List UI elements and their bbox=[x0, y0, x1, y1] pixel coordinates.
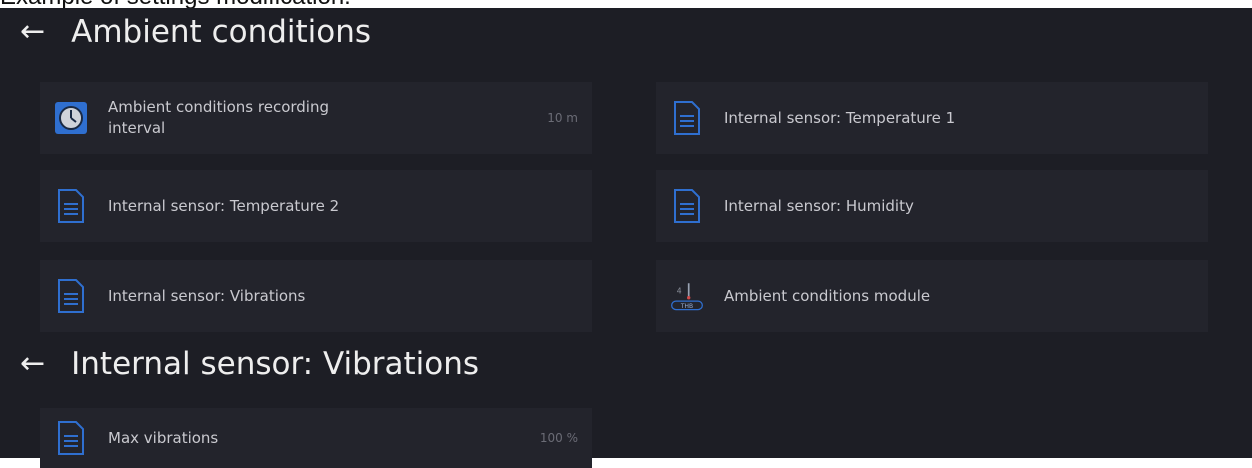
tile-label: Internal sensor: Temperature 1 bbox=[724, 108, 956, 127]
tile-label: Internal sensor: Vibrations bbox=[108, 286, 306, 305]
tile-label: Ambient conditions recording interval bbox=[108, 98, 329, 137]
screen-header: ← Internal sensor: Vibrations bbox=[20, 340, 479, 388]
temperature-2-tile[interactable]: Internal sensor: Temperature 2 bbox=[40, 170, 592, 242]
document-icon bbox=[54, 189, 88, 223]
caption-text: Example of settings modification: bbox=[0, 0, 351, 9]
tile-value: 100 % bbox=[539, 431, 578, 445]
document-icon bbox=[54, 279, 88, 313]
vibrations-screen: ← Internal sensor: Vibrations Max vibrat… bbox=[0, 336, 1252, 468]
thb-badge: THB bbox=[680, 303, 693, 310]
max-vibrations-tile[interactable]: Max vibrations 100 % bbox=[40, 408, 592, 468]
recording-interval-tile[interactable]: Ambient conditions recording interval 10… bbox=[40, 82, 592, 154]
back-arrow-icon[interactable]: ← bbox=[20, 349, 45, 379]
back-arrow-icon[interactable]: ← bbox=[20, 17, 45, 47]
tile-label: Internal sensor: Temperature 2 bbox=[108, 196, 340, 215]
document-icon bbox=[670, 101, 704, 135]
tile-label: Max vibrations bbox=[108, 428, 219, 447]
tile-value: 10 m bbox=[547, 111, 578, 125]
page-title: Ambient conditions bbox=[71, 14, 372, 50]
document-icon bbox=[670, 189, 704, 223]
ambient-module-tile[interactable]: 4 THB Ambient conditions module bbox=[656, 260, 1208, 332]
ambient-conditions-screen: ← Ambient conditions Ambient conditions … bbox=[0, 8, 1252, 336]
vibrations-tile[interactable]: Internal sensor: Vibrations bbox=[40, 260, 592, 332]
clock-icon bbox=[54, 101, 88, 135]
page-title: Internal sensor: Vibrations bbox=[71, 346, 480, 382]
screen-header: ← Ambient conditions bbox=[20, 8, 371, 56]
temperature-1-tile[interactable]: Internal sensor: Temperature 1 bbox=[656, 82, 1208, 154]
tile-label: Ambient conditions module bbox=[724, 286, 931, 305]
humidity-tile[interactable]: Internal sensor: Humidity bbox=[656, 170, 1208, 242]
document-icon bbox=[54, 421, 88, 455]
thb-module-icon: 4 THB bbox=[670, 279, 704, 313]
svg-text:4: 4 bbox=[677, 286, 682, 295]
tile-label: Internal sensor: Humidity bbox=[724, 196, 914, 215]
